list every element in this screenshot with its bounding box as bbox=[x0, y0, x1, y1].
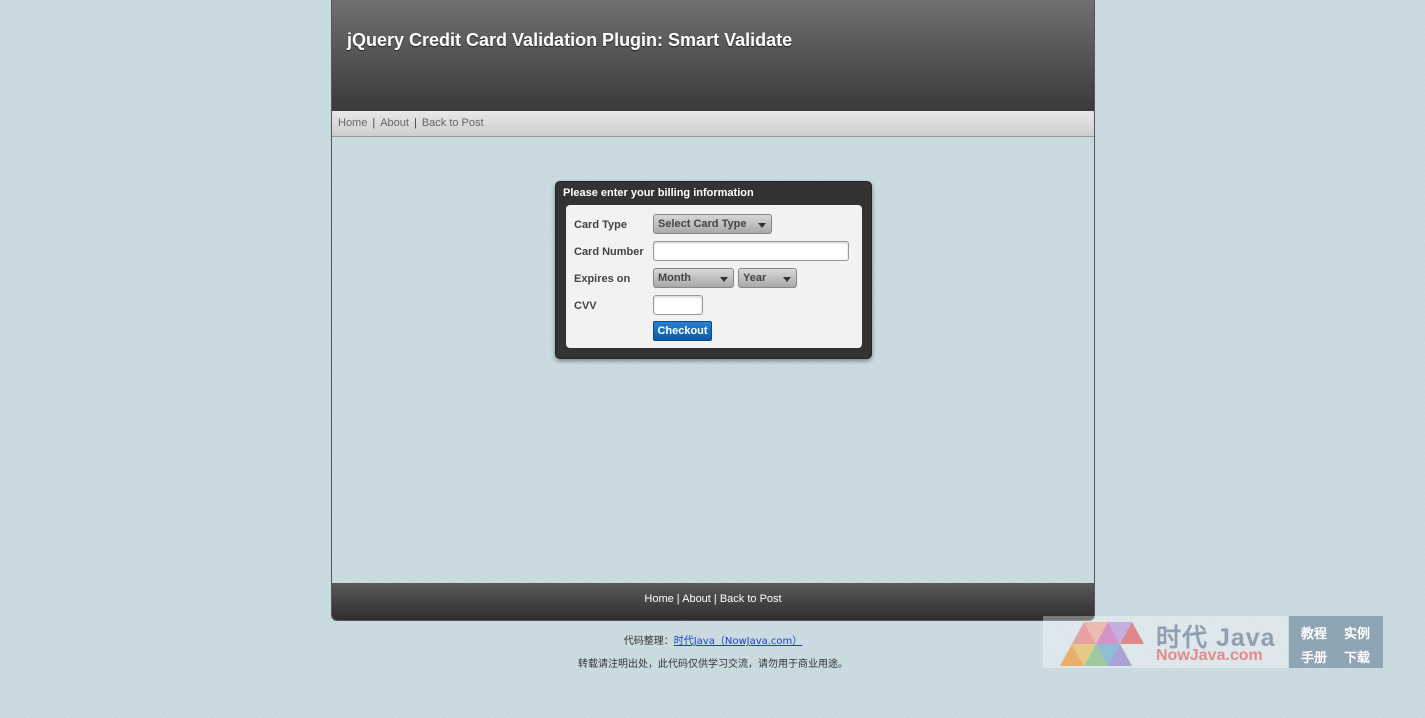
nav-about-link[interactable]: About bbox=[380, 117, 409, 129]
credits-prefix: 代码整理： bbox=[623, 636, 674, 647]
credits-line-1: 代码整理：时代Java（NowJava.com） bbox=[331, 632, 1095, 647]
card-number-label: Card Number bbox=[574, 246, 644, 258]
chevron-down-icon bbox=[783, 277, 791, 282]
card-type-value: Select Card Type bbox=[658, 218, 747, 230]
footer: Home | About | Back to Post bbox=[332, 583, 1094, 620]
triangle-logo-icon bbox=[1060, 622, 1144, 666]
watermark-tag: 下载 bbox=[1344, 650, 1371, 665]
form-body: Card Type Select Card Type Card Number E… bbox=[566, 205, 862, 348]
footer-separator: | bbox=[713, 593, 717, 605]
nav-home-link[interactable]: Home bbox=[338, 117, 367, 129]
page-wrapper: jQuery Credit Card Validation Plugin: Sm… bbox=[331, 0, 1095, 621]
main-content: Please enter your billing information Ca… bbox=[332, 137, 1094, 583]
watermark-tag: 教程 bbox=[1301, 626, 1328, 641]
watermark-tag: 手册 bbox=[1301, 650, 1328, 665]
cvv-label: CVV bbox=[574, 300, 597, 312]
month-select[interactable]: Month bbox=[653, 268, 734, 288]
year-select[interactable]: Year bbox=[738, 268, 797, 288]
chevron-down-icon bbox=[720, 277, 728, 282]
cvv-input[interactable] bbox=[653, 295, 703, 315]
checkout-button[interactable]: Checkout bbox=[653, 321, 712, 341]
form-title: Please enter your billing information bbox=[563, 187, 754, 199]
expires-label: Expires on bbox=[574, 273, 631, 285]
footer-back-link[interactable]: Back to Post bbox=[720, 593, 782, 605]
footer-about-link[interactable]: About bbox=[682, 593, 711, 605]
header: jQuery Credit Card Validation Plugin: Sm… bbox=[332, 0, 1094, 111]
nav-separator: | bbox=[413, 117, 417, 129]
card-type-label: Card Type bbox=[574, 219, 627, 231]
card-type-select[interactable]: Select Card Type bbox=[653, 214, 772, 234]
nav-back-link[interactable]: Back to Post bbox=[422, 117, 484, 129]
watermark: 时代 Java NowJava.com bbox=[1043, 616, 1288, 668]
card-number-input[interactable] bbox=[653, 241, 849, 261]
footer-home-link[interactable]: Home bbox=[644, 593, 673, 605]
footer-separator: | bbox=[676, 593, 680, 605]
credits-link[interactable]: 时代Java（NowJava.com） bbox=[674, 636, 803, 647]
top-nav: Home | About | Back to Post bbox=[332, 111, 1094, 137]
credits-line-2: 转载请注明出处，此代码仅供学习交流，请勿用于商业用途。 bbox=[578, 659, 848, 670]
watermark-tags: 教程 实例 手册 下载 bbox=[1289, 616, 1383, 668]
billing-form: Please enter your billing information Ca… bbox=[555, 181, 872, 359]
nav-separator: | bbox=[372, 117, 376, 129]
page-title: jQuery Credit Card Validation Plugin: Sm… bbox=[347, 30, 793, 50]
month-value: Month bbox=[658, 272, 691, 284]
chevron-down-icon bbox=[758, 223, 766, 228]
watermark-subtitle: NowJava.com bbox=[1156, 647, 1263, 664]
year-value: Year bbox=[743, 272, 767, 284]
watermark-tag: 实例 bbox=[1344, 626, 1371, 641]
